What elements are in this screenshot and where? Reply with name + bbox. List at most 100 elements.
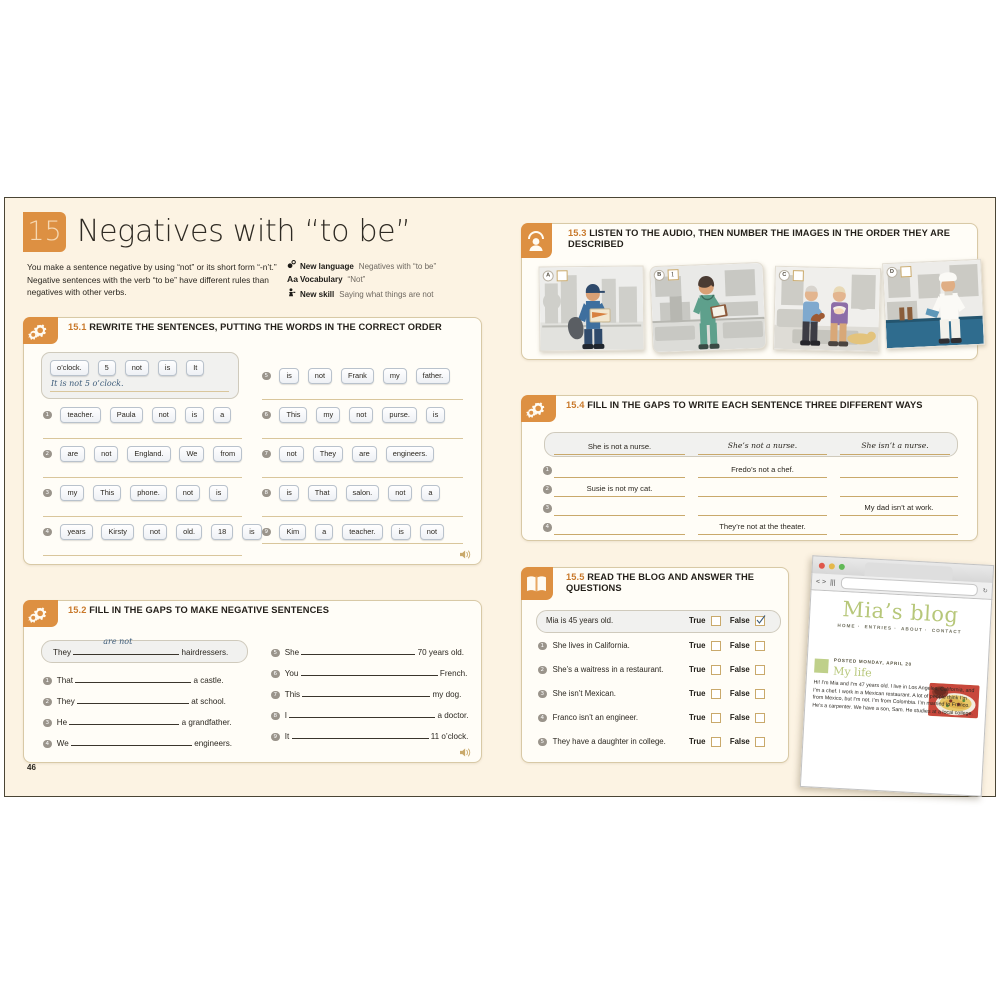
gap-input[interactable] xyxy=(301,646,416,655)
word-tile[interactable]: is xyxy=(242,523,262,540)
word-tile[interactable]: is xyxy=(279,367,299,384)
three-way-cell[interactable] xyxy=(554,462,685,478)
word-tile[interactable]: o’clock. xyxy=(50,359,89,376)
word-tile[interactable]: Kim xyxy=(279,523,307,540)
answer-line[interactable] xyxy=(262,477,463,478)
three-way-cell[interactable]: Susie is not my cat. xyxy=(554,481,685,497)
answer-line[interactable] xyxy=(43,555,242,556)
blog-nav-entries[interactable]: ENTRIES xyxy=(864,624,892,630)
back-forward-icon[interactable]: < > xyxy=(816,578,826,586)
false-checkbox[interactable] xyxy=(754,713,765,723)
minimize-icon[interactable] xyxy=(828,562,836,569)
photo-answer-box[interactable]: 1 xyxy=(667,269,679,281)
word-tile[interactable]: That xyxy=(307,484,337,501)
word-tile[interactable]: a xyxy=(213,406,232,423)
true-checkbox[interactable] xyxy=(710,713,721,723)
word-tile[interactable]: not xyxy=(124,359,149,376)
photo-answer-box[interactable] xyxy=(899,265,912,278)
blog-browser-window[interactable]: < > ||| ↻ Mia’s blog HOME ⋅ ENTRIES ⋅ ABOU… xyxy=(799,555,995,797)
word-tile[interactable]: is xyxy=(157,359,178,376)
blog-nav-contact[interactable]: CONTACT xyxy=(932,628,962,635)
word-tile[interactable]: is xyxy=(279,484,299,501)
photo-answer-box[interactable] xyxy=(556,270,568,282)
speaker-icon[interactable] xyxy=(459,745,472,757)
word-tile[interactable]: my xyxy=(382,367,407,384)
gap-input[interactable] xyxy=(302,688,431,697)
word-tile[interactable]: Kirsty xyxy=(101,523,134,540)
three-way-cell[interactable] xyxy=(840,481,958,497)
blog-nav-about[interactable]: ABOUT xyxy=(901,626,923,632)
three-way-cell[interactable]: My dad isn’t at work. xyxy=(840,500,958,516)
word-tile[interactable]: not xyxy=(307,367,333,384)
photo-d[interactable]: D xyxy=(882,258,985,350)
true-checkbox[interactable] xyxy=(710,616,721,626)
word-tile[interactable]: This xyxy=(279,406,308,423)
word-tile[interactable]: Frank xyxy=(340,367,374,384)
word-tile[interactable]: father. xyxy=(415,367,451,384)
word-tile[interactable]: teacher. xyxy=(60,406,101,423)
share-icon[interactable]: ↻ xyxy=(983,587,988,594)
word-tile[interactable]: Paula xyxy=(109,406,143,423)
word-tile[interactable]: 5 xyxy=(97,359,116,376)
photo-c[interactable]: C xyxy=(772,265,882,353)
word-tile[interactable]: purse. xyxy=(382,406,417,423)
word-tile[interactable]: a xyxy=(315,523,334,540)
three-way-cell[interactable] xyxy=(840,462,958,478)
word-tile[interactable]: not xyxy=(151,406,176,423)
photo-answer-box[interactable] xyxy=(792,270,804,282)
answer-line[interactable] xyxy=(43,477,242,478)
word-tile[interactable]: It xyxy=(186,359,205,376)
gap-input[interactable] xyxy=(300,667,438,676)
three-way-cell[interactable] xyxy=(554,519,685,535)
gap-input[interactable] xyxy=(69,716,180,725)
answer-line[interactable] xyxy=(43,438,242,439)
close-icon[interactable] xyxy=(818,562,826,569)
word-tile[interactable]: engineers. xyxy=(385,445,435,462)
false-checkbox[interactable] xyxy=(754,641,765,651)
word-tile[interactable]: my xyxy=(316,406,341,423)
word-tile[interactable]: This xyxy=(93,484,122,501)
word-tile[interactable]: 18 xyxy=(211,523,234,540)
photo-a[interactable]: A xyxy=(538,265,645,352)
answer-line[interactable] xyxy=(262,543,463,544)
photo-b[interactable]: B 1 xyxy=(649,261,767,354)
word-tile[interactable]: not xyxy=(142,523,168,540)
gap-input[interactable] xyxy=(77,695,189,704)
gap-input[interactable] xyxy=(75,674,192,683)
word-tile[interactable]: are xyxy=(352,445,377,462)
false-checkbox[interactable] xyxy=(754,615,766,626)
true-checkbox[interactable] xyxy=(710,737,721,747)
false-checkbox[interactable] xyxy=(754,665,765,675)
word-tile[interactable]: phone. xyxy=(130,484,167,501)
true-checkbox[interactable] xyxy=(710,689,721,699)
false-checkbox[interactable] xyxy=(754,737,765,747)
word-tile[interactable]: is xyxy=(184,406,205,423)
word-tile[interactable]: years xyxy=(60,523,93,540)
word-tile[interactable]: They xyxy=(312,445,344,462)
three-way-cell[interactable] xyxy=(698,481,827,497)
true-checkbox[interactable] xyxy=(710,665,721,675)
three-way-cell[interactable] xyxy=(698,500,827,516)
word-tile[interactable]: England. xyxy=(127,445,171,462)
gap-input[interactable] xyxy=(291,730,429,739)
answer-line[interactable] xyxy=(262,438,463,439)
gap-input[interactable] xyxy=(289,709,436,718)
word-tile[interactable]: not xyxy=(279,445,304,462)
word-tile[interactable]: a xyxy=(421,484,440,501)
word-tile[interactable]: from xyxy=(213,445,243,462)
true-checkbox[interactable] xyxy=(710,641,721,651)
answer-line[interactable] xyxy=(262,516,463,517)
answer-line[interactable] xyxy=(43,516,242,517)
three-way-cell[interactable] xyxy=(840,519,958,535)
three-way-cell[interactable] xyxy=(554,500,685,516)
word-tile[interactable]: is xyxy=(425,406,446,423)
word-tile[interactable]: not xyxy=(175,484,201,501)
three-way-cell[interactable]: They’re not at the theater. xyxy=(698,519,827,535)
word-tile[interactable]: salon. xyxy=(345,484,380,501)
gap-input[interactable] xyxy=(71,737,192,746)
word-tile[interactable]: not xyxy=(94,445,119,462)
word-tile[interactable]: are xyxy=(60,445,86,462)
sidebar-icon[interactable]: ||| xyxy=(830,579,836,586)
word-tile[interactable]: not xyxy=(419,523,445,540)
three-way-cell[interactable]: Fredo’s not a chef. xyxy=(698,462,827,478)
